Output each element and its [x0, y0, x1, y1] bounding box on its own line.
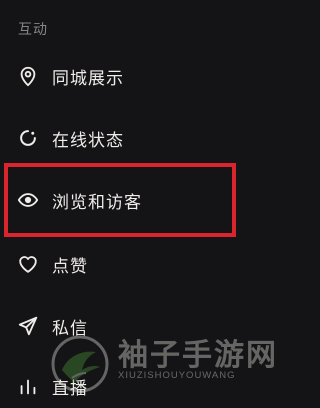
online-status-icon: [17, 127, 39, 149]
menu-item-label: 同城展示: [52, 68, 124, 89]
menu-item-label: 直播: [52, 378, 88, 399]
send-icon: [17, 315, 39, 337]
menu-item-views-and-visitors[interactable]: 浏览和访客: [0, 178, 300, 222]
menu-item-live[interactable]: 直播: [0, 364, 300, 408]
menu-item-label: 在线状态: [52, 130, 124, 151]
heart-icon: [17, 253, 39, 275]
menu-item-online-status[interactable]: 在线状态: [0, 116, 300, 160]
menu-item-label: 浏览和访客: [52, 192, 142, 213]
eye-icon: [17, 189, 39, 211]
menu-item-label: 私信: [52, 318, 88, 339]
menu-item-label: 点赞: [52, 256, 88, 277]
menu-item-likes[interactable]: 点赞: [0, 242, 300, 286]
menu-item-direct-messages[interactable]: 私信: [0, 304, 300, 348]
menu-item-local-display[interactable]: 同城展示: [0, 54, 300, 98]
location-pin-icon: [17, 65, 39, 87]
live-bars-icon: [17, 375, 39, 397]
section-title: 互动: [18, 22, 48, 38]
